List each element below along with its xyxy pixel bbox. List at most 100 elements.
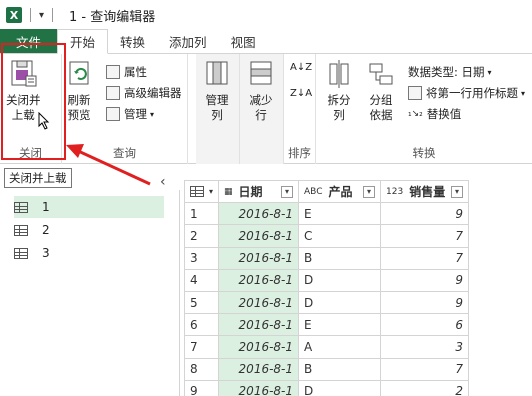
use-first-row-as-headers-button[interactable]: 将第一行用作标题 ▾	[408, 85, 525, 101]
product-cell[interactable]: E	[298, 202, 382, 226]
quantity-cell[interactable]: 2	[380, 379, 470, 396]
product-cell[interactable]: A	[298, 335, 382, 359]
column-header-quantity[interactable]: 123 销售量 ▾	[380, 179, 470, 204]
product-cell[interactable]: E	[298, 313, 382, 337]
advanced-editor-button[interactable]: 高级编辑器	[106, 85, 182, 101]
quantity-cell[interactable]: 9	[380, 202, 470, 226]
table-row[interactable]: 7 2016-8-1 A 3	[183, 335, 470, 359]
product-cell[interactable]: B	[298, 246, 382, 270]
table-row[interactable]: 2 2016-8-1 C 7	[183, 224, 470, 248]
reduce-rows-label-1: 减少	[249, 93, 273, 107]
date-cell[interactable]: 2016-8-1	[218, 202, 300, 226]
table-icon	[14, 201, 28, 213]
date-cell[interactable]: 2016-8-1	[218, 246, 300, 270]
divider	[30, 8, 31, 22]
replace-values-button[interactable]: ₁↘₂ 替换值	[408, 106, 461, 122]
product-cell[interactable]: B	[298, 357, 382, 381]
row-number: 2	[183, 224, 220, 248]
refresh-preview-button[interactable]: 刷新 预览	[64, 58, 94, 123]
group-by-button[interactable]: 分组 依据	[366, 58, 396, 123]
table-icon	[190, 186, 204, 198]
date-cell[interactable]: 2016-8-1	[218, 357, 300, 381]
collapse-pane-icon[interactable]: ‹	[160, 174, 166, 190]
quantity-cell[interactable]: 9	[380, 268, 470, 292]
product-cell[interactable]: C	[298, 224, 382, 248]
product-cell[interactable]: D	[298, 379, 382, 396]
query-item[interactable]: 2	[14, 219, 164, 241]
refresh-icon	[64, 58, 94, 90]
manage-button[interactable]: 管理 ▾	[106, 106, 154, 122]
quantity-cell[interactable]: 9	[380, 290, 470, 315]
quantity-cell[interactable]: 6	[380, 313, 470, 337]
tab-view[interactable]: 视图	[219, 29, 268, 53]
reduce-rows-button[interactable]: 减少 行	[246, 58, 276, 123]
table-row[interactable]: 8 2016-8-1 B 7	[183, 357, 470, 381]
table-row[interactable]: 5 2016-8-1 D 9	[183, 290, 470, 315]
column-header-product[interactable]: ABC 产品 ▾	[298, 179, 382, 204]
table-row[interactable]: 6 2016-8-1 E 6	[183, 313, 470, 337]
quick-access-menu-icon[interactable]: ▾	[39, 10, 44, 21]
row-number: 4	[183, 268, 220, 292]
select-all-header[interactable]: ▾	[183, 179, 220, 204]
cursor-icon	[38, 112, 50, 130]
table-row[interactable]: 4 2016-8-1 D 9	[183, 268, 470, 292]
filter-dropdown-icon[interactable]: ▾	[363, 185, 376, 198]
first-row-label: 将第一行用作标题	[426, 86, 518, 100]
date-cell[interactable]: 2016-8-1	[218, 290, 300, 315]
group-query: 刷新 预览 属性 高级编辑器 管理 ▾ 查询	[62, 54, 188, 164]
table-icon	[14, 224, 28, 236]
table-row[interactable]: 1 2016-8-1 E 9	[183, 202, 470, 226]
split-column-button[interactable]: 拆分 列	[324, 58, 354, 123]
date-cell[interactable]: 2016-8-1	[218, 313, 300, 337]
date-cell[interactable]: 2016-8-1	[218, 335, 300, 359]
product-cell[interactable]: D	[298, 268, 382, 292]
group-sort-label: 排序	[288, 146, 311, 160]
query-item[interactable]: 3	[14, 242, 164, 264]
refresh-label-2: 预览	[67, 108, 91, 122]
column-header-date[interactable]: ▦ 日期 ▾	[218, 179, 300, 204]
table-row[interactable]: 9 2016-8-1 D 2	[183, 379, 470, 396]
properties-button[interactable]: 属性	[106, 64, 147, 80]
quantity-cell[interactable]: 7	[380, 224, 470, 248]
row-number: 9	[183, 379, 220, 396]
split-column-icon	[324, 58, 354, 90]
sort-ascending-icon[interactable]: A↓Z	[290, 62, 312, 73]
group-sort: A↓Z Z↓A 排序	[284, 54, 316, 164]
queries-pane: 1 2 3	[0, 190, 180, 396]
table-row[interactable]: 3 2016-8-1 B 7	[183, 246, 470, 270]
date-cell[interactable]: 2016-8-1	[218, 268, 300, 292]
manage-label: 管理	[124, 107, 147, 121]
chevron-down-icon: ▾	[150, 109, 155, 119]
quantity-cell[interactable]: 7	[380, 357, 470, 381]
query-item[interactable]: 1	[14, 196, 164, 218]
data-type-dropdown[interactable]: 数据类型: 日期 ▾	[408, 64, 492, 80]
properties-label: 属性	[124, 65, 147, 79]
manage-columns-button[interactable]: 管理 列	[202, 58, 232, 123]
tab-transform[interactable]: 转换	[108, 29, 157, 53]
title-bar: X ▾ 1 - 查询编辑器	[0, 0, 532, 30]
quantity-cell[interactable]: 7	[380, 246, 470, 270]
advanced-editor-icon	[106, 86, 120, 100]
chevron-down-icon: ▾	[209, 187, 214, 197]
table-icon	[14, 247, 28, 259]
date-cell[interactable]: 2016-8-1	[218, 224, 300, 248]
tab-add-column[interactable]: 添加列	[157, 29, 219, 53]
column-label: 产品	[328, 185, 353, 200]
manage-icon	[106, 107, 120, 121]
query-label: 2	[42, 223, 50, 237]
ribbon: 关闭并 上载 关闭 刷新 预览 属性 高级编辑器 管理 ▾ 查询 管理 列 减少…	[0, 54, 532, 164]
row-number: 6	[183, 313, 220, 337]
sort-descending-icon[interactable]: Z↓A	[290, 88, 312, 99]
group-by-label-1: 分组	[369, 93, 393, 107]
date-cell[interactable]: 2016-8-1	[218, 379, 300, 396]
advanced-editor-label: 高级编辑器	[124, 86, 182, 100]
filter-dropdown-icon[interactable]: ▾	[451, 185, 464, 198]
query-label: 1	[42, 200, 50, 214]
filter-dropdown-icon[interactable]: ▾	[281, 185, 294, 198]
manage-columns-label-2: 列	[211, 108, 223, 122]
group-transform-label: 转换	[412, 146, 436, 160]
split-column-label-2: 列	[333, 108, 345, 122]
product-cell[interactable]: D	[298, 290, 382, 315]
quantity-cell[interactable]: 3	[380, 335, 470, 359]
group-transform: 拆分 列 分组 依据 数据类型: 日期 ▾ 将第一行用作标题 ▾ ₁↘₂ 替换值…	[316, 54, 532, 164]
